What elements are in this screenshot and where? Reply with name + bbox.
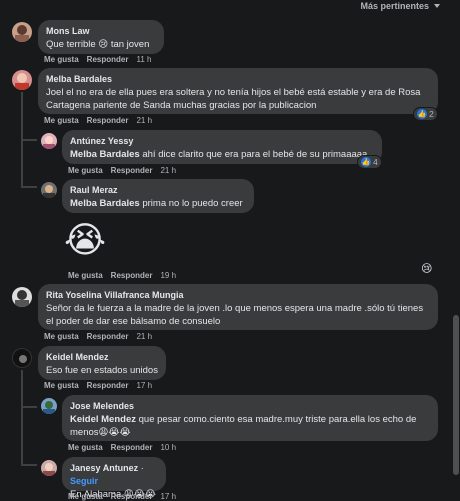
- like-button[interactable]: Me gusta: [68, 271, 103, 280]
- comment-text: Eso fue en estados unidos: [46, 365, 158, 376]
- reply-button[interactable]: Responder: [111, 271, 153, 280]
- reaction-number: 4: [373, 157, 378, 167]
- mention-link[interactable]: Keidel Mendez: [70, 414, 136, 425]
- avatar[interactable]: [41, 133, 57, 149]
- comment-time[interactable]: 19 h: [160, 271, 176, 280]
- comment-actions: Me gusta Responder 10 h: [68, 443, 176, 452]
- comment-time[interactable]: 17 h: [160, 492, 176, 501]
- like-button[interactable]: Me gusta: [44, 381, 79, 390]
- avatar[interactable]: [41, 398, 57, 414]
- comment-bubble: Antúnez Yessy Melba Bardales ahí dice cl…: [62, 130, 382, 164]
- sticker: 😭: [64, 219, 107, 260]
- reaction-number: 2: [429, 109, 434, 119]
- comment-text: Que terrible 😢 tan joven: [46, 39, 150, 50]
- avatar[interactable]: [12, 348, 32, 368]
- reply-button[interactable]: Responder: [87, 332, 129, 341]
- reply-button[interactable]: Responder: [87, 116, 129, 125]
- avatar[interactable]: [12, 70, 32, 90]
- like-button[interactable]: Me gusta: [68, 166, 103, 175]
- thread-line: [21, 370, 23, 464]
- comment-actions: Me gusta Responder 11 h: [44, 55, 151, 64]
- like-button[interactable]: Me gusta: [68, 443, 103, 452]
- comment-time[interactable]: 17 h: [136, 381, 152, 390]
- reply-button[interactable]: Responder: [111, 492, 153, 501]
- avatar[interactable]: [41, 182, 57, 198]
- thread-line: [21, 186, 37, 188]
- mention-link[interactable]: Melba Bardales: [70, 198, 140, 209]
- thread-line: [21, 406, 37, 408]
- like-icon: 👍: [417, 109, 427, 119]
- comment-time[interactable]: 11 h: [136, 55, 151, 64]
- thread-line: [21, 464, 37, 466]
- comment-text: Joel el no era de ella pues era soltera …: [46, 87, 421, 111]
- comment-actions: Me gusta Responder 21 h: [44, 116, 152, 125]
- like-button[interactable]: Me gusta: [44, 116, 79, 125]
- comment-author[interactable]: Jose Melendes: [70, 400, 430, 413]
- avatar[interactable]: [12, 287, 32, 307]
- comment-bubble: Melba Bardales Joel el no era de ella pu…: [38, 68, 438, 114]
- sort-dropdown[interactable]: Más pertinentes: [360, 1, 440, 11]
- comment-author[interactable]: Mons Law: [46, 25, 156, 38]
- comment-bubble: Jose Melendes Keidel Mendez que pesar co…: [62, 395, 438, 441]
- comment-time[interactable]: 21 h: [160, 166, 176, 175]
- comment-time[interactable]: 10 h: [160, 443, 176, 452]
- comment-text: Señor da le fuerza a la madre de la jove…: [46, 303, 424, 327]
- thread-line: [21, 139, 37, 141]
- like-button[interactable]: Me gusta: [68, 492, 103, 501]
- like-button[interactable]: Me gusta: [44, 332, 79, 341]
- reply-button[interactable]: Responder: [87, 381, 129, 390]
- comment-bubble: Mons Law Que terrible 😢 tan joven: [38, 20, 164, 54]
- comment-text: ahí dice clarito que era para el bebé de…: [139, 149, 368, 160]
- sad-reaction-icon[interactable]: 😢: [421, 262, 432, 275]
- comment-author[interactable]: Keidel Mendez: [46, 351, 158, 364]
- reply-button[interactable]: Responder: [111, 166, 153, 175]
- reply-button[interactable]: Responder: [87, 55, 129, 64]
- comment-time[interactable]: 21 h: [136, 116, 152, 125]
- reaction-count[interactable]: 👍 2: [414, 108, 437, 120]
- like-button[interactable]: Me gusta: [44, 55, 79, 64]
- like-icon: 👍: [361, 157, 371, 167]
- comment-time[interactable]: 21 h: [136, 332, 152, 341]
- reaction-count[interactable]: 👍 4: [358, 156, 381, 168]
- comment-actions: Me gusta Responder 21 h: [68, 166, 176, 175]
- comment-bubble: Rita Yoselina Villafranca Mungia Señor d…: [38, 284, 438, 330]
- mention-link[interactable]: Melba Bardales: [70, 149, 140, 160]
- scrollbar[interactable]: [453, 315, 459, 475]
- comment-actions: Me gusta Responder 21 h: [44, 332, 152, 341]
- comment-bubble: Raul Meraz Melba Bardales prima no lo pu…: [62, 179, 254, 213]
- comment-author[interactable]: Janesy Antunez: [70, 463, 138, 473]
- comment-bubble: Keidel Mendez Eso fue en estados unidos: [38, 346, 166, 380]
- comment-actions: Me gusta Responder 19 h: [68, 271, 176, 280]
- follow-button[interactable]: Seguir: [70, 476, 98, 486]
- comment-text: prima no lo puedo creer: [139, 198, 243, 209]
- comment-actions: Me gusta Responder 17 h: [68, 492, 176, 501]
- comment-author[interactable]: Melba Bardales: [46, 73, 430, 86]
- comment-author[interactable]: Rita Yoselina Villafranca Mungia: [46, 289, 430, 302]
- sort-label: Más pertinentes: [360, 1, 429, 11]
- comment-bubble: Janesy Antunez · Seguir En Alabama 😩😭😭: [62, 457, 166, 500]
- avatar[interactable]: [41, 460, 57, 476]
- avatar[interactable]: [12, 22, 32, 42]
- reply-button[interactable]: Responder: [111, 443, 153, 452]
- comment-actions: Me gusta Responder 17 h: [44, 381, 152, 390]
- comment-author[interactable]: Antúnez Yessy: [70, 135, 374, 148]
- comment-author[interactable]: Raul Meraz: [70, 184, 246, 197]
- chevron-down-icon: [434, 4, 440, 8]
